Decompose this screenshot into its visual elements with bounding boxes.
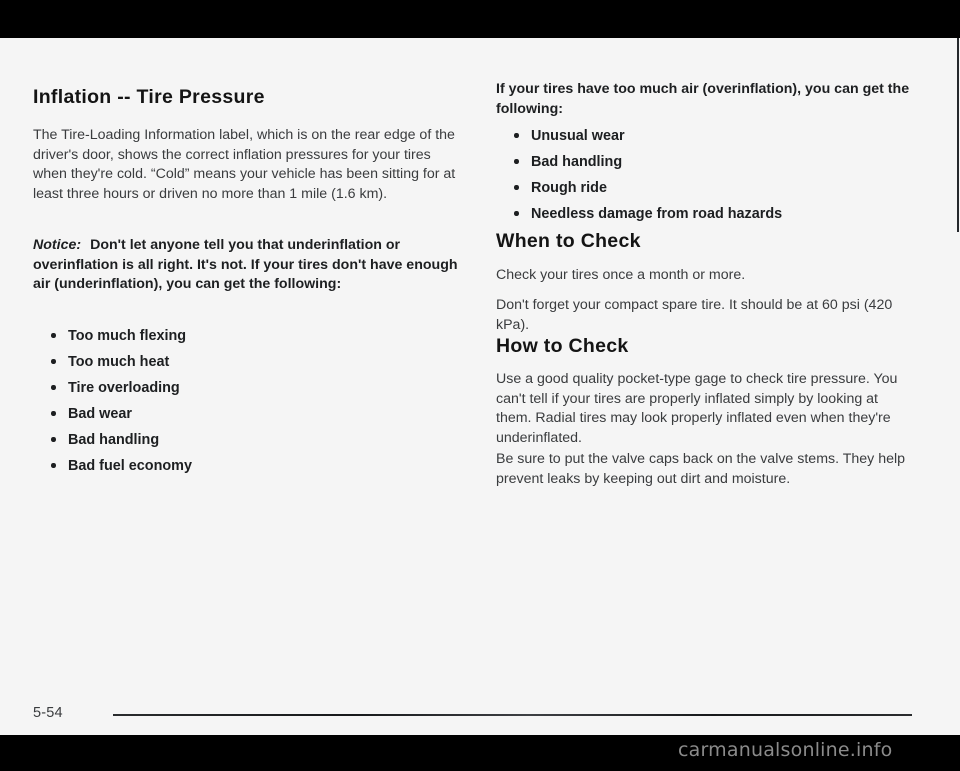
list-item-label: Bad handling xyxy=(68,432,160,448)
intro-paragraph: The Tire-Loading Information label, whic… xyxy=(33,127,456,202)
list-item-label: Rough ride xyxy=(531,180,607,196)
section-heading-how-to-check: How to Check xyxy=(496,335,629,357)
overinflation-intro-paragraph: If your tires have too much air (overinf… xyxy=(496,81,910,117)
scan-top-black-band xyxy=(0,0,960,38)
bullet-dot-icon xyxy=(51,437,56,442)
page-edge-shadow xyxy=(957,38,959,232)
list-item-label: Unusual wear xyxy=(531,128,625,144)
list-item: Bad fuel economy xyxy=(33,453,461,479)
bullet-dot-icon xyxy=(51,411,56,416)
list-item: Needless damage from road hazards xyxy=(496,201,919,227)
section-heading-inflation: Inflation -- Tire Pressure xyxy=(33,86,265,108)
list-item: Too much flexing xyxy=(33,323,461,349)
list-item-label: Bad wear xyxy=(68,406,132,422)
site-watermark: carmanualsonline.info xyxy=(678,739,893,761)
section-heading-when-to-check: When to Check xyxy=(496,230,641,252)
list-item: Bad wear xyxy=(33,401,461,427)
bullet-dot-icon xyxy=(514,211,519,216)
bullet-dot-icon xyxy=(51,463,56,468)
manual-page: Inflation -- Tire Pressure The Tire-Load… xyxy=(0,38,960,735)
list-item: Rough ride xyxy=(496,175,919,201)
list-item-label: Bad handling xyxy=(531,154,623,170)
list-item-label: Tire overloading xyxy=(68,380,180,396)
footer-rule xyxy=(113,714,912,716)
notice-paragraph: Notice: Don't let anyone tell you that un… xyxy=(33,236,461,295)
list-item: Bad handling xyxy=(496,149,919,175)
overinflation-bullet-list: Unusual wear Bad handling Rough ride Nee… xyxy=(496,123,919,227)
notice-label: Notice: xyxy=(33,237,82,253)
bullet-dot-icon xyxy=(514,133,519,138)
list-item: Bad handling xyxy=(33,427,461,453)
list-item-label: Too much flexing xyxy=(68,328,187,344)
list-item-label: Needless damage from road hazards xyxy=(531,206,783,222)
bullet-dot-icon xyxy=(514,159,519,164)
bullet-dot-icon xyxy=(51,359,56,364)
list-item: Tire overloading xyxy=(33,375,461,401)
notice-text: Don't let anyone tell you that underinfl… xyxy=(33,237,458,293)
bullet-dot-icon xyxy=(51,385,56,390)
when-to-check-paragraph-1: Check your tires once a month or more. xyxy=(496,267,746,283)
bullet-dot-icon xyxy=(51,333,56,338)
list-item-label: Bad fuel economy xyxy=(68,458,192,474)
scanned-page-image: Inflation -- Tire Pressure The Tire-Load… xyxy=(0,0,960,771)
list-item-label: Too much heat xyxy=(68,354,170,370)
bullet-dot-icon xyxy=(514,185,519,190)
list-item: Unusual wear xyxy=(496,123,919,149)
list-item: Too much heat xyxy=(33,349,461,375)
how-to-check-paragraph-1: Use a good quality pocket-type gage to c… xyxy=(496,371,898,446)
underinflation-bullet-list: Too much flexing Too much heat Tire over… xyxy=(33,323,461,479)
page-number: 5-54 xyxy=(33,705,63,721)
when-to-check-paragraph-2: Don't forget your compact spare tire. It… xyxy=(496,297,893,333)
how-to-check-paragraph-2: Be sure to put the valve caps back on th… xyxy=(496,451,906,487)
